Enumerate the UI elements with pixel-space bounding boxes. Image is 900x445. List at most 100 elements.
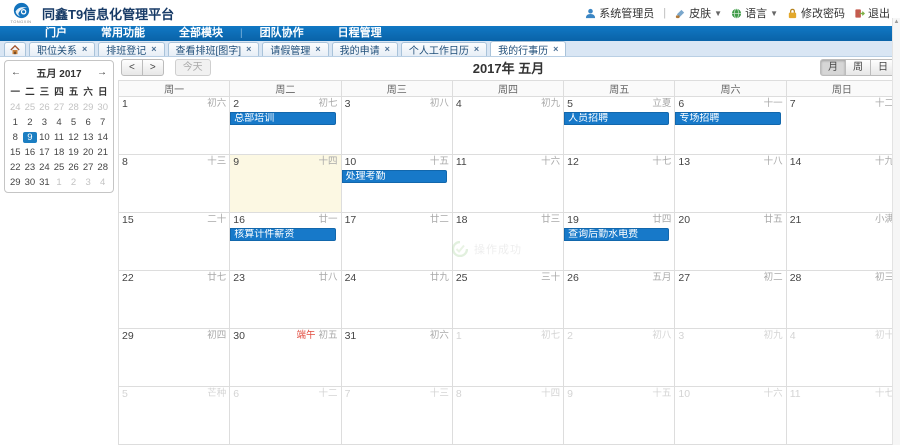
- day-cell[interactable]: 8十三: [119, 155, 230, 213]
- mini-day[interactable]: 5: [66, 117, 81, 128]
- mini-day[interactable]: 1: [8, 117, 23, 128]
- tab-close-icon[interactable]: ×: [385, 45, 390, 54]
- day-cell[interactable]: 3初九: [675, 329, 786, 387]
- day-cell[interactable]: 2初八: [564, 329, 675, 387]
- day-cell[interactable]: 24廿九: [341, 271, 452, 329]
- vertical-scrollbar[interactable]: ▲: [892, 18, 900, 445]
- mini-day[interactable]: 18: [52, 147, 67, 158]
- mini-day[interactable]: 26: [37, 102, 52, 113]
- tab-close-icon[interactable]: ×: [246, 45, 251, 54]
- day-cell[interactable]: 3初八: [341, 97, 452, 155]
- tab-close-icon[interactable]: ×: [553, 45, 558, 54]
- mini-day[interactable]: 29: [8, 177, 23, 188]
- mini-day[interactable]: 30: [95, 102, 110, 113]
- day-cell[interactable]: 29初四: [119, 329, 230, 387]
- mini-day[interactable]: 14: [95, 132, 110, 143]
- mini-day[interactable]: 31: [37, 177, 52, 188]
- day-cell[interactable]: 1初七: [452, 329, 563, 387]
- day-cell[interactable]: 8十四: [452, 387, 563, 445]
- tab-3[interactable]: 查看排班[图字]×: [168, 42, 260, 56]
- day-cell[interactable]: 11十七: [786, 387, 897, 445]
- tab-close-icon[interactable]: ×: [474, 45, 479, 54]
- view-button-月[interactable]: 月: [820, 59, 846, 76]
- tab-4[interactable]: 请假管理×: [262, 42, 328, 56]
- mini-day-selected[interactable]: 9: [23, 132, 38, 143]
- day-cell[interactable]: 23廿八: [230, 271, 341, 329]
- current-user[interactable]: 系统管理员: [585, 5, 654, 21]
- mini-next-month-button[interactable]: →: [97, 67, 107, 78]
- day-cell[interactable]: 28初三: [786, 271, 897, 329]
- mini-day[interactable]: 23: [23, 162, 38, 173]
- day-cell[interactable]: 21小满: [786, 213, 897, 271]
- day-cell[interactable]: 10十六: [675, 387, 786, 445]
- day-cell[interactable]: 22廿七: [119, 271, 230, 329]
- mini-day[interactable]: 17: [37, 147, 52, 158]
- day-cell[interactable]: 4初九: [452, 97, 563, 155]
- mini-day[interactable]: 25: [23, 102, 38, 113]
- nav-item-2[interactable]: 常用功能: [84, 26, 162, 41]
- event-bar[interactable]: 人员招聘: [564, 112, 669, 125]
- day-cell[interactable]: 5芒种: [119, 387, 230, 445]
- mini-day[interactable]: 19: [66, 147, 81, 158]
- day-cell[interactable]: 6十一专场招聘: [675, 97, 786, 155]
- prev-month-button[interactable]: <: [121, 59, 143, 76]
- mini-day[interactable]: 22: [8, 162, 23, 173]
- day-cell[interactable]: 27初二: [675, 271, 786, 329]
- mini-day[interactable]: 2: [66, 177, 81, 188]
- mini-day[interactable]: 3: [81, 177, 96, 188]
- tab-home[interactable]: [4, 42, 26, 56]
- logout-button[interactable]: 退出: [854, 5, 890, 21]
- mini-day[interactable]: 1: [52, 177, 67, 188]
- day-cell[interactable]: 4初十: [786, 329, 897, 387]
- event-bar[interactable]: 处理考勤: [342, 170, 447, 183]
- mini-day[interactable]: 13: [81, 132, 96, 143]
- mini-day[interactable]: 16: [23, 147, 38, 158]
- day-cell[interactable]: 2初七总部培训: [230, 97, 341, 155]
- day-cell[interactable]: 25三十: [452, 271, 563, 329]
- tab-7[interactable]: 我的行事历×: [490, 41, 566, 56]
- mini-day[interactable]: 3: [37, 117, 52, 128]
- day-cell[interactable]: 14十九: [786, 155, 897, 213]
- mini-day[interactable]: 10: [37, 132, 52, 143]
- day-cell[interactable]: 16廿一核算计件薪资: [230, 213, 341, 271]
- tab-5[interactable]: 我的申请×: [332, 42, 398, 56]
- day-cell[interactable]: 7十二: [786, 97, 897, 155]
- mini-day[interactable]: 8: [8, 132, 23, 143]
- day-cell[interactable]: 9十四: [230, 155, 341, 213]
- mini-day[interactable]: 29: [81, 102, 96, 113]
- nav-item-4[interactable]: 团队协作: [243, 26, 321, 41]
- mini-day[interactable]: 30: [23, 177, 38, 188]
- event-bar[interactable]: 查询后勤水电费: [564, 228, 669, 241]
- mini-day[interactable]: 4: [95, 177, 110, 188]
- language-menu[interactable]: 语言 ▼: [731, 5, 778, 21]
- day-cell[interactable]: 11十六: [452, 155, 563, 213]
- tab-6[interactable]: 个人工作日历×: [401, 42, 487, 56]
- day-cell[interactable]: 12十七: [564, 155, 675, 213]
- day-cell[interactable]: 7十三: [341, 387, 452, 445]
- nav-item-1[interactable]: 门户: [28, 26, 84, 41]
- mini-day[interactable]: 27: [52, 102, 67, 113]
- change-password-button[interactable]: 修改密码: [787, 5, 845, 21]
- mini-day[interactable]: 24: [8, 102, 23, 113]
- today-button[interactable]: 今天: [175, 59, 211, 76]
- event-bar[interactable]: 核算计件薪资: [230, 228, 335, 241]
- event-bar[interactable]: 专场招聘: [675, 112, 780, 125]
- day-cell[interactable]: 17廿二: [341, 213, 452, 271]
- tab-1[interactable]: 职位关系×: [29, 42, 95, 56]
- day-cell[interactable]: 1初六: [119, 97, 230, 155]
- mini-day[interactable]: 12: [66, 132, 81, 143]
- day-cell[interactable]: 31初六: [341, 329, 452, 387]
- mini-day[interactable]: 27: [81, 162, 96, 173]
- tab-2[interactable]: 排班登记×: [98, 42, 164, 56]
- mini-day[interactable]: 15: [8, 147, 23, 158]
- day-cell[interactable]: 13十八: [675, 155, 786, 213]
- nav-item-5[interactable]: 日程管理: [321, 26, 399, 41]
- mini-day[interactable]: 28: [95, 162, 110, 173]
- mini-day[interactable]: 24: [37, 162, 52, 173]
- tab-close-icon[interactable]: ×: [151, 45, 156, 54]
- event-bar[interactable]: 总部培训: [230, 112, 335, 125]
- day-cell[interactable]: 5立夏人员招聘: [564, 97, 675, 155]
- view-button-周[interactable]: 周: [846, 59, 871, 76]
- day-cell[interactable]: 6十二: [230, 387, 341, 445]
- skin-menu[interactable]: 皮肤 ▼: [675, 5, 722, 21]
